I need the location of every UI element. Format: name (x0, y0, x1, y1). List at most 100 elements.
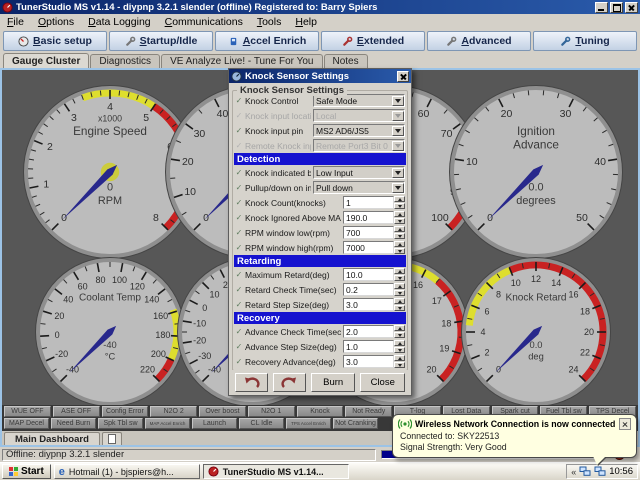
close-icon (626, 3, 637, 12)
spinner-rpm-window-high-rpm[interactable]: 7000 (343, 241, 405, 254)
spinner-up-icon[interactable] (394, 211, 405, 217)
network-tray-icon[interactable] (594, 466, 606, 477)
svg-text:-20: -20 (193, 335, 206, 345)
indicator-ase-off: ASE OFF (53, 406, 100, 417)
spinner-value[interactable]: 10.0 (343, 268, 394, 281)
new-dashboard-tab-button[interactable] (102, 432, 122, 445)
spinner-up-icon[interactable] (394, 340, 405, 346)
spinner-up-icon[interactable] (394, 241, 405, 247)
tray-expand-icon[interactable]: « (571, 467, 576, 477)
windows-flag-icon (9, 467, 18, 476)
spinner-down-icon[interactable] (394, 332, 405, 338)
spinner-value[interactable]: 3.0 (343, 355, 394, 368)
wireless-network-tray-icon[interactable] (579, 466, 591, 477)
spinner-value[interactable]: 2.0 (343, 325, 394, 338)
tab-ve-analyze-live-tune-for-you[interactable]: VE Analyze Live! - Tune For You (161, 54, 322, 68)
spinner-up-icon[interactable] (394, 298, 405, 304)
spinner-knock-count-knocks[interactable]: 1 (343, 196, 405, 209)
spinner-up-icon[interactable] (394, 268, 405, 274)
check-icon: ✓ (235, 327, 243, 336)
tab-diagnostics[interactable]: Diagnostics (90, 54, 160, 68)
field-recovery-advance-deg: ✓Recovery Advance(deg)3.0 (234, 354, 406, 369)
dropdown-knock-input-location[interactable]: Local (313, 109, 405, 122)
spinner-down-icon[interactable] (394, 347, 405, 353)
start-button[interactable]: Start (2, 464, 51, 479)
close-button[interactable] (625, 2, 638, 13)
spinner-down-icon[interactable] (394, 203, 405, 209)
spinner-value[interactable]: 7000 (343, 241, 394, 254)
chevron-down-icon[interactable] (392, 111, 404, 121)
menu-file[interactable]: File (0, 15, 31, 29)
dropdown-pullup-down-on-input[interactable]: Pull down (313, 181, 405, 194)
spinner-buttons (394, 340, 405, 353)
dropdown-remote-knock-input[interactable]: Remote Port3 Bit 0 (313, 139, 405, 152)
chevron-down-icon[interactable] (392, 141, 404, 151)
spinner-up-icon[interactable] (394, 226, 405, 232)
notification-title: Wireless Network Connection is now conne… (415, 419, 616, 429)
chevron-down-icon[interactable] (392, 126, 404, 136)
spinner-value[interactable]: 1.0 (343, 340, 394, 353)
spinner-value[interactable]: 0.2 (343, 283, 394, 296)
menu-help[interactable]: Help (288, 15, 324, 29)
notification-line2: Signal Strength: Very Good (398, 442, 631, 452)
spinner-recovery-advance-deg[interactable]: 3.0 (343, 355, 405, 368)
dropdown-knock-indicated-by[interactable]: Low Input (313, 166, 405, 179)
redo-button[interactable] (273, 373, 306, 392)
toolbar-tuning[interactable]: Tuning (533, 31, 637, 51)
tab-notes[interactable]: Notes (324, 54, 368, 68)
spinner-down-icon[interactable] (394, 233, 405, 239)
dialog-gauge-icon (231, 71, 242, 82)
menu-tools[interactable]: Tools (250, 15, 289, 29)
menu-options[interactable]: Options (31, 15, 81, 29)
minimize-button[interactable] (595, 2, 608, 13)
spinner-maximum-retard-deg[interactable]: 10.0 (343, 268, 405, 281)
notification-close-button[interactable] (619, 418, 631, 430)
spinner-down-icon[interactable] (394, 362, 405, 368)
indicator-config-error: Config Error (102, 406, 149, 417)
app-icon (208, 466, 219, 477)
dropdown-knock-input-pin[interactable]: MS2 AD6/JS5 (313, 124, 405, 137)
menu-communications[interactable]: Communications (158, 15, 250, 29)
undo-button[interactable] (235, 373, 268, 392)
burn-button[interactable]: Burn (311, 373, 356, 392)
spinner-down-icon[interactable] (394, 290, 405, 296)
chevron-down-icon[interactable] (392, 183, 404, 193)
spinner-value[interactable]: 190.0 (343, 211, 394, 224)
spinner-up-icon[interactable] (394, 325, 405, 331)
spinner-up-icon[interactable] (394, 196, 405, 202)
spinner-down-icon[interactable] (394, 218, 405, 224)
spinner-value[interactable]: 1 (343, 196, 394, 209)
spinner-up-icon[interactable] (394, 355, 405, 361)
spinner-retard-check-time-sec[interactable]: 0.2 (343, 283, 405, 296)
toolbar-accel-enrich[interactable]: Accel Enrich (215, 31, 319, 51)
spinner-value[interactable]: 700 (343, 226, 394, 239)
wireless-notification-balloon: Wireless Network Connection is now conne… (392, 414, 637, 458)
spinner-down-icon[interactable] (394, 248, 405, 254)
task-tunerstudio-ms-v1-14[interactable]: TunerStudio MS v1.14... (203, 464, 349, 479)
spinner-down-icon[interactable] (394, 275, 405, 281)
spinner-advance-check-time-sec[interactable]: 2.0 (343, 325, 405, 338)
chevron-down-icon[interactable] (392, 96, 404, 106)
dialog-close-button[interactable] (397, 71, 409, 82)
toolbar-basic-setup[interactable]: Basic setup (3, 31, 107, 51)
spinner-retard-step-size-deg[interactable]: 3.0 (343, 298, 405, 311)
close-dialog-button[interactable]: Close (360, 373, 405, 392)
toolbar-startup-idle[interactable]: Startup/Idle (109, 31, 213, 51)
toolbar-extended[interactable]: Extended (321, 31, 425, 51)
tab-gauge-cluster[interactable]: Gauge Cluster (3, 53, 89, 68)
toolbar-advanced[interactable]: Advanced (427, 31, 531, 51)
spinner-up-icon[interactable] (394, 283, 405, 289)
task-hotmail-1-bjspiers-h[interactable]: eHotmail (1) - bjspiers@h... (54, 464, 200, 479)
spinner-advance-step-size-deg[interactable]: 1.0 (343, 340, 405, 353)
spinner-value[interactable]: 3.0 (343, 298, 394, 311)
spinner-rpm-window-low-rpm[interactable]: 700 (343, 226, 405, 239)
spinner-knock-ignored-above-map-kpa[interactable]: 190.0 (343, 211, 405, 224)
check-icon: ✓ (235, 270, 243, 279)
maximize-button[interactable] (610, 2, 623, 13)
spinner-down-icon[interactable] (394, 305, 405, 311)
indicator-need-burn: Need Burn (51, 418, 96, 429)
svg-text:x1000: x1000 (98, 114, 122, 124)
chevron-down-icon[interactable] (392, 168, 404, 178)
menu-data-logging[interactable]: Data Logging (81, 15, 157, 29)
tab-main-dashboard[interactable]: Main Dashboard (4, 432, 100, 445)
